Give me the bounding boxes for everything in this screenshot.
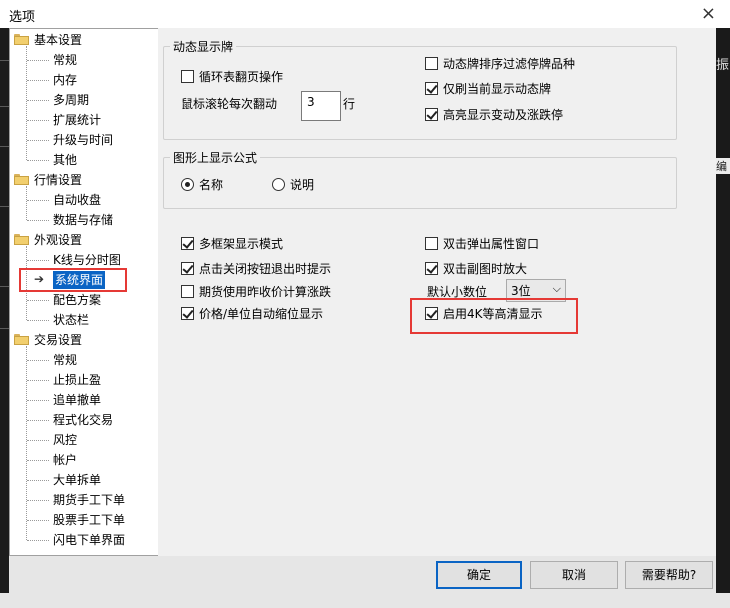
formula-group: 图形上显示公式 xyxy=(163,149,677,209)
tree-item-label: 期货手工下单 xyxy=(53,493,126,507)
tree-item-label: 止损止盈 xyxy=(53,373,102,387)
bg-fragment-top: 振 xyxy=(716,58,730,73)
tree-connector xyxy=(27,460,49,461)
tree-item-label: 状态栏 xyxy=(53,313,90,327)
exit-prompt-checkbox[interactable] xyxy=(181,262,194,275)
formula-legend: 图形上显示公式 xyxy=(173,151,258,165)
tree-connector xyxy=(27,520,49,521)
tree-connector xyxy=(27,220,49,221)
tree-connector xyxy=(27,360,49,361)
window-title: 选项 xyxy=(9,10,36,25)
tree-item-label: 常规 xyxy=(53,53,78,67)
tree-connector xyxy=(27,380,49,381)
folder-icon xyxy=(14,174,29,185)
folder-icon xyxy=(14,234,29,245)
decimals-value: 3位 xyxy=(511,284,531,298)
tree-item-label: 扩展统计 xyxy=(53,113,102,127)
tree-item-label: 数据与存储 xyxy=(53,213,114,227)
multi-frame-checkbox[interactable] xyxy=(181,237,194,250)
dynamic-board-legend: 动态显示牌 xyxy=(173,40,234,54)
tree-item-label: 大单拆单 xyxy=(53,473,102,487)
refresh-current-checkbox[interactable] xyxy=(425,82,438,95)
tree-connector xyxy=(27,320,49,321)
price-shrink-checkbox[interactable] xyxy=(181,307,194,320)
folder-icon xyxy=(14,34,29,45)
tree-group-label: 行情设置 xyxy=(34,173,83,187)
background-window-right: 振 编 xyxy=(716,28,730,593)
tree-connector xyxy=(27,260,49,261)
chevron-down-icon: ⌵ xyxy=(552,282,561,295)
dynamic-board-group: 动态显示牌 xyxy=(163,38,677,140)
tree-connector xyxy=(26,186,27,220)
titlebar: 选项 × xyxy=(0,0,730,29)
tree-connector xyxy=(27,120,49,121)
tree-item-label: 帐户 xyxy=(53,453,78,467)
formula-name-radio[interactable] xyxy=(181,178,194,191)
tree-connector xyxy=(27,160,49,161)
highlight-annotation-tree xyxy=(19,268,127,292)
dblclick-zoom-checkbox[interactable] xyxy=(425,262,438,275)
filter-suspended-checkbox[interactable] xyxy=(425,57,438,70)
tree-group-label: 基本设置 xyxy=(34,33,83,47)
tree-connector xyxy=(27,80,49,81)
background-window-edge xyxy=(0,28,9,593)
tree-item-label: 其他 xyxy=(53,153,78,167)
tree-item-label: 升级与时间 xyxy=(53,133,114,147)
highlight-change-checkbox[interactable] xyxy=(425,108,438,121)
futures-close-checkbox[interactable] xyxy=(181,285,194,298)
loop-page-checkbox[interactable] xyxy=(181,70,194,83)
scroll-lines-label: 鼠标滚轮每次翻动 xyxy=(181,97,278,111)
tree-connector xyxy=(27,400,49,401)
cancel-button[interactable]: 取消 xyxy=(530,561,618,589)
scroll-lines-input[interactable]: 3 xyxy=(301,91,341,121)
settings-tree: 基本设置 常规 内存 多周期 扩展统计 升级与时间 其他 行情设置 自动收盘 数据与存储 外观设置 K… xyxy=(9,28,159,556)
tree-connector xyxy=(26,346,27,540)
dblclick-popup-checkbox[interactable] xyxy=(425,237,438,250)
highlight-annotation-4k xyxy=(410,298,578,334)
tree-connector xyxy=(27,540,49,541)
bg-fragment-mid: 编 xyxy=(716,158,730,174)
tree-item-label: 配色方案 xyxy=(53,293,102,307)
tree-connector xyxy=(27,200,49,201)
tree-item-label: 股票手工下单 xyxy=(53,513,126,527)
ok-button[interactable]: 确定 xyxy=(436,561,522,589)
tree-item-label: 追单撤单 xyxy=(53,393,102,407)
tree-connector xyxy=(27,60,49,61)
formula-desc-radio[interactable] xyxy=(272,178,285,191)
tree-connector xyxy=(27,140,49,141)
tree-group-label: 外观设置 xyxy=(34,233,83,247)
tree-item-label: 程式化交易 xyxy=(53,413,114,427)
tree-item-label: K线与分时图 xyxy=(53,253,121,267)
folder-icon xyxy=(14,334,29,345)
settings-panel: 动态显示牌 循环表翻页操作 鼠标滚轮每次翻动 3 行 动态牌排序过滤停牌品种 仅… xyxy=(158,28,716,556)
tree-connector xyxy=(27,100,49,101)
tree-item-label: 风控 xyxy=(53,433,78,447)
tree-connector xyxy=(27,300,49,301)
tree-item-label: 内存 xyxy=(53,73,78,87)
tree-item-label: 多周期 xyxy=(53,93,90,107)
tree-item-label: 常规 xyxy=(53,353,78,367)
tree-connector xyxy=(27,440,49,441)
tree-connector xyxy=(27,480,49,481)
close-icon[interactable]: × xyxy=(701,3,716,24)
tree-connector xyxy=(26,46,27,160)
tree-item-label: 自动收盘 xyxy=(53,193,102,207)
scroll-lines-unit: 行 xyxy=(343,97,356,111)
tree-connector xyxy=(27,500,49,501)
help-button[interactable]: 需要帮助? xyxy=(625,561,713,589)
tree-group-label: 交易设置 xyxy=(34,333,83,347)
tree-item-label: 闪电下单界面 xyxy=(53,533,126,547)
tree-connector xyxy=(27,420,49,421)
